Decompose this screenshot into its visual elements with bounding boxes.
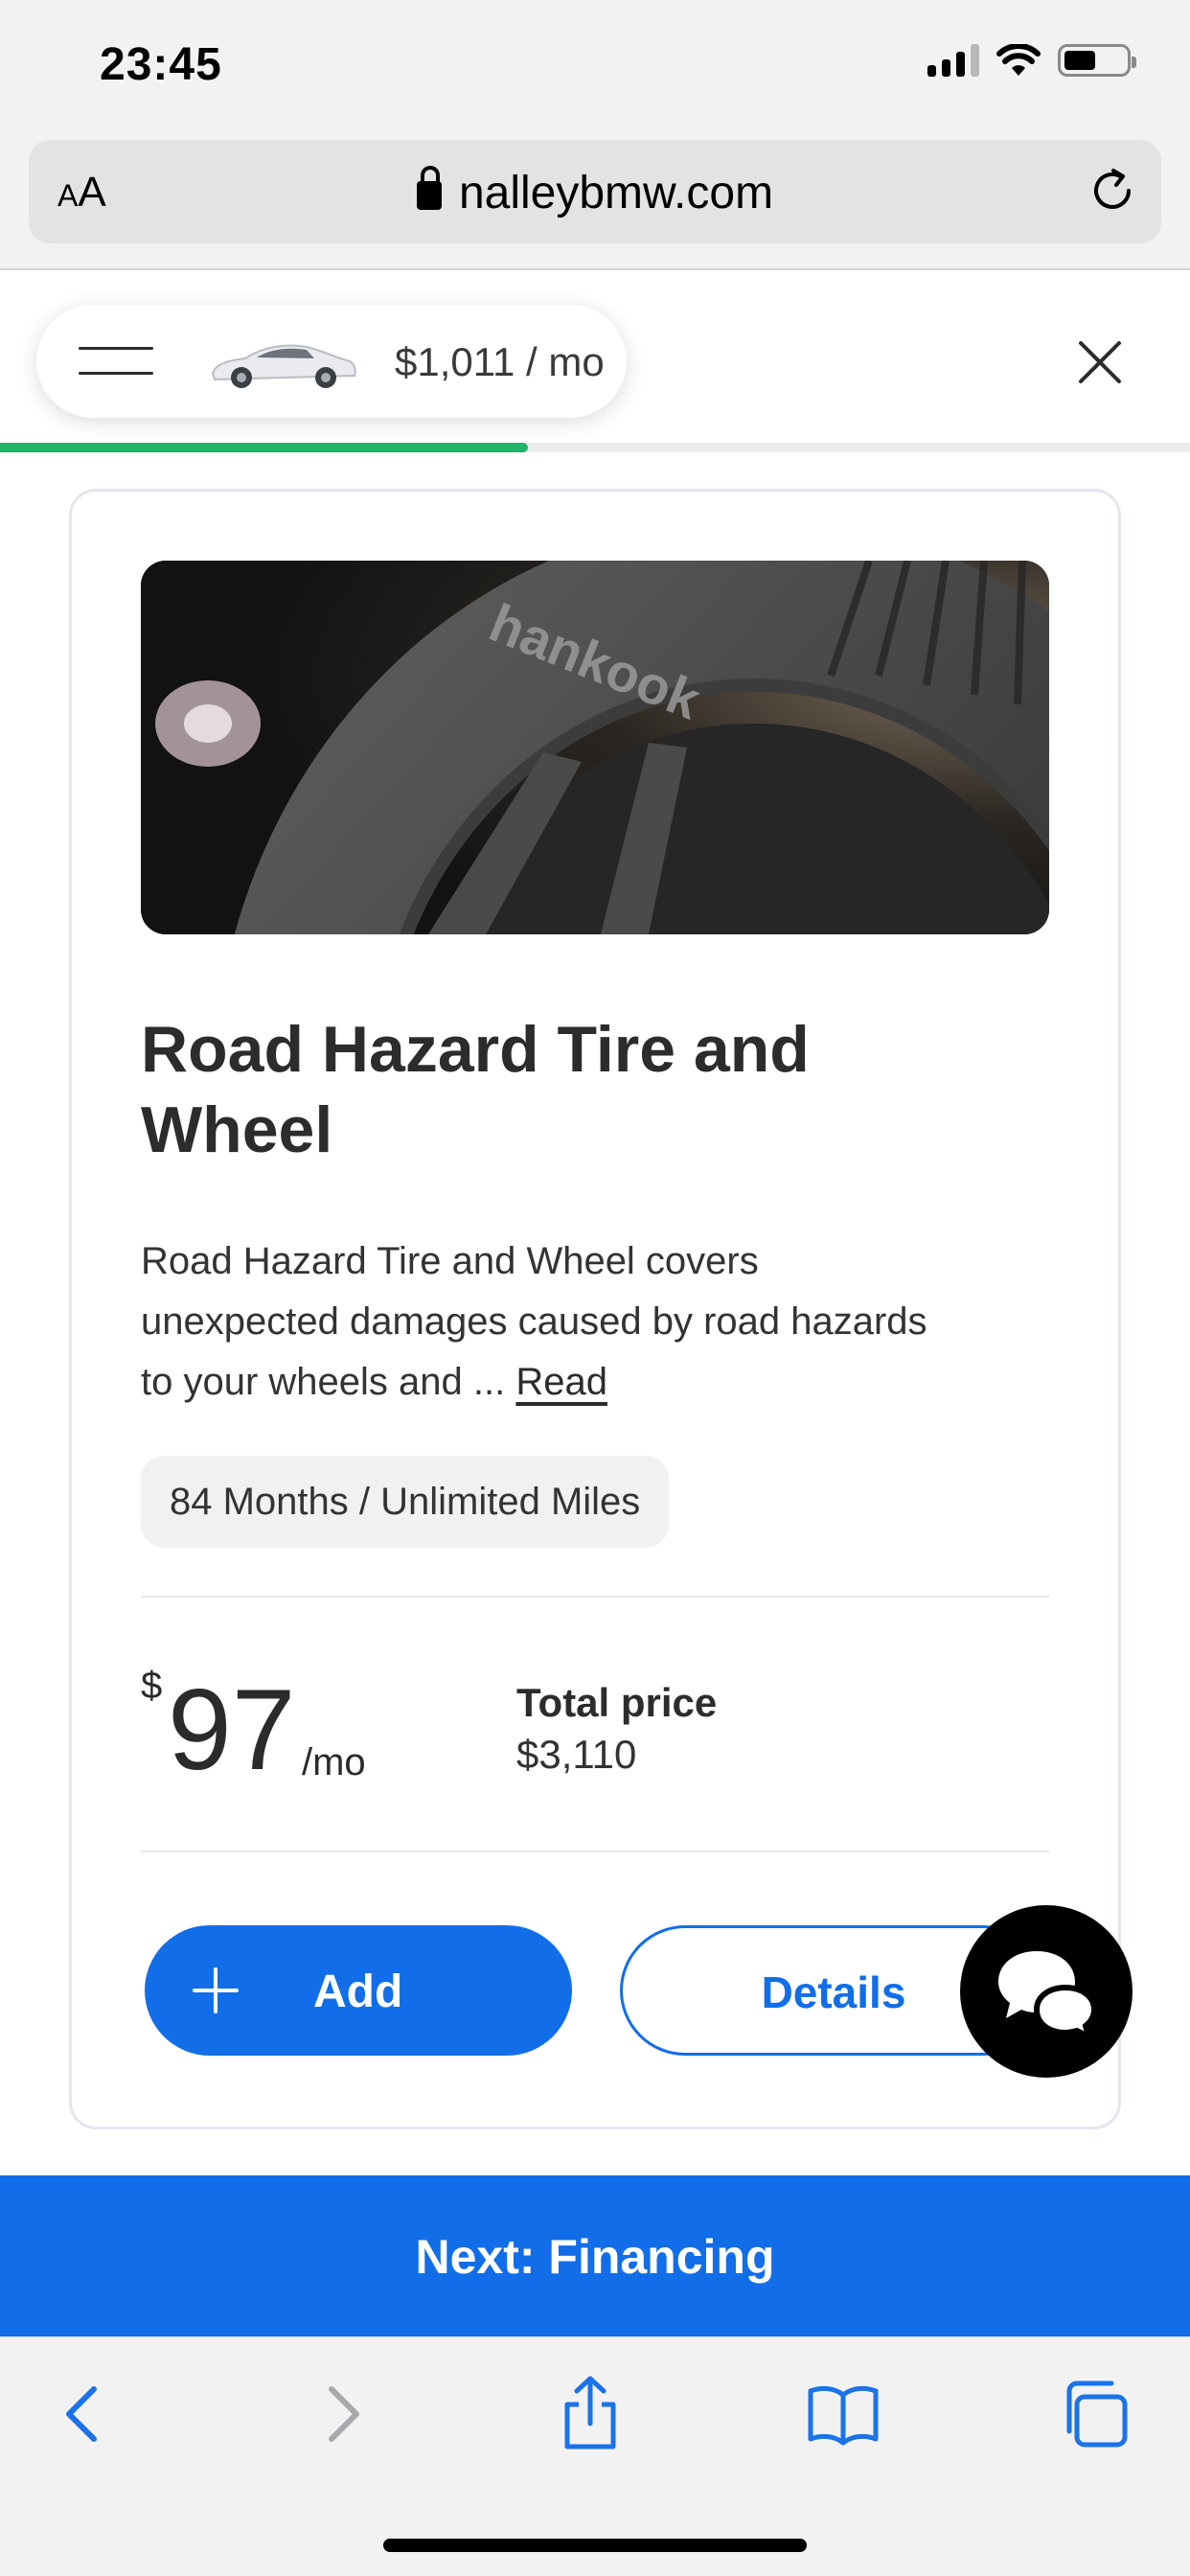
share-icon[interactable] (552, 2376, 629, 2452)
status-bar: 23:45 (0, 0, 1190, 134)
close-icon[interactable] (1075, 337, 1125, 387)
url-display[interactable]: nalleybmw.com (29, 166, 1161, 219)
address-bar[interactable]: AA nalleybmw.com (29, 140, 1161, 243)
progress-bar (0, 443, 1190, 452)
coverage-term-chip: 84 Months / Unlimited Miles (141, 1456, 670, 1548)
cellular-signal-icon (927, 44, 979, 77)
price-period: /mo (302, 1741, 366, 1783)
menu-icon[interactable] (79, 343, 153, 378)
url-text: nalleybmw.com (458, 168, 774, 218)
divider (141, 1596, 1049, 1598)
lock-icon (416, 166, 442, 210)
monthly-price: 97 (168, 1666, 296, 1794)
progress-fill (0, 443, 529, 452)
total-price-label: Total price (516, 1680, 718, 1725)
chat-bubbles-icon (998, 1951, 1098, 2039)
currency-symbol: $ (141, 1665, 163, 1707)
add-button-label: Add (313, 1966, 403, 2017)
forward-icon[interactable] (303, 2376, 379, 2452)
tabs-icon[interactable] (1056, 2376, 1133, 2452)
browser-toolbar (0, 2336, 1190, 2576)
reload-icon[interactable] (1085, 163, 1140, 218)
browser-address-area: AA nalleybmw.com (0, 134, 1190, 270)
product-title: Road Hazard Tire and Wheel (141, 1013, 810, 1166)
add-button[interactable]: Add (145, 1925, 572, 2056)
tire-photo: hankook (141, 561, 1049, 934)
product-description: Road Hazard Tire and Wheel covers unexpe… (141, 1231, 965, 1413)
divider (141, 1851, 1049, 1852)
back-icon[interactable] (46, 2376, 123, 2452)
status-icons (927, 44, 1136, 77)
next-step-label: Next: Financing (415, 2230, 775, 2284)
chat-button[interactable] (960, 1905, 1133, 2078)
plus-icon (193, 1967, 239, 2013)
read-more-link[interactable]: Read (515, 1361, 607, 1403)
status-time: 23:45 (100, 39, 222, 90)
vehicle-thumbnail (211, 344, 356, 388)
deal-summary-pill[interactable]: $1,011 / mo (36, 305, 627, 418)
wifi-icon (996, 44, 1041, 76)
monthly-total: $1,011 / mo (395, 339, 605, 384)
bookmarks-icon[interactable] (805, 2376, 881, 2452)
next-step-button[interactable]: Next: Financing (0, 2175, 1190, 2336)
total-price-value: $3,110 (516, 1732, 637, 1777)
battery-icon (1058, 44, 1136, 77)
product-card: hankook Road Hazard Tire and Wheel Road … (69, 489, 1121, 2129)
configurator-header: $1,011 / mo (0, 270, 1190, 452)
home-indicator (383, 2539, 807, 2552)
